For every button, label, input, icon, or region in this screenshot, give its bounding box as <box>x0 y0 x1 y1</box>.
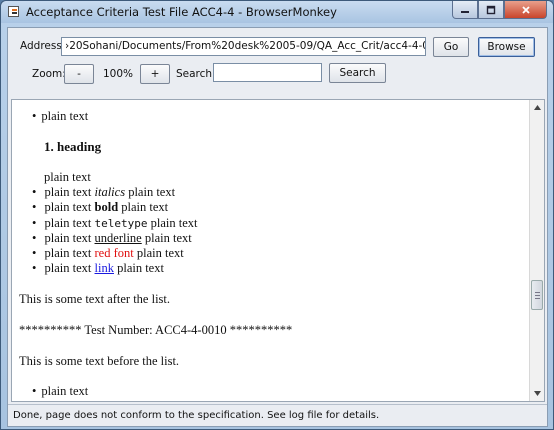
search-button[interactable]: Search <box>329 63 386 83</box>
document-body: plain text 1. heading plain text plain t… <box>12 100 530 401</box>
scroll-thumb[interactable] <box>531 280 543 310</box>
heading: 1. heading <box>44 139 102 154</box>
title-bar[interactable]: Acceptance Criteria Test File ACC4-4 - B… <box>1 1 553 23</box>
list-item: plain text <box>32 384 88 399</box>
address-input[interactable]: ›20Sohani/Documents/From%20desk%2005-09/… <box>61 37 426 56</box>
close-button[interactable] <box>504 1 547 19</box>
chevron-up-icon <box>533 105 541 110</box>
grip-line <box>535 295 540 296</box>
italic-text: italics <box>94 185 126 199</box>
maximize-icon <box>486 5 496 14</box>
list-item-underline: plain text underline plain text <box>32 231 192 246</box>
window-title: Acceptance Criteria Test File ACC4-4 - B… <box>26 5 337 19</box>
zoom-value: 100% <box>103 68 134 80</box>
list-item-red-font: plain text red font plain text <box>32 246 184 261</box>
list-item-link: plain text link plain text <box>32 261 164 276</box>
list-item-bold: plain text bold plain text <box>32 200 169 215</box>
page-viewport[interactable]: plain text 1. heading plain text plain t… <box>11 99 545 402</box>
zoom-out-button[interactable]: - <box>64 64 94 84</box>
paragraph-after-list: This is some text after the list. <box>19 292 171 306</box>
vertical-scrollbar[interactable] <box>529 100 544 401</box>
app-icon <box>8 6 19 17</box>
grip-line <box>535 292 540 293</box>
address-label: Address: <box>20 40 66 52</box>
maximize-button[interactable] <box>478 1 504 19</box>
test-number-line: ********** Test Number: ACC4-4-0010 ****… <box>19 323 293 337</box>
red-font-text: red font <box>94 246 134 260</box>
teletype-text: teletype <box>94 217 148 230</box>
minimize-button[interactable] <box>452 1 478 19</box>
search-input[interactable] <box>213 63 322 82</box>
list-item-teletype: plain text teletype plain text <box>32 216 198 231</box>
minimize-icon <box>461 10 469 13</box>
zoom-label: Zoom: <box>32 68 66 80</box>
close-icon <box>521 5 530 14</box>
status-bar: Done, page does not conform to the speci… <box>8 404 547 426</box>
browser-window: Acceptance Criteria Test File ACC4-4 - B… <box>0 0 554 430</box>
scroll-down-arrow[interactable] <box>530 386 544 401</box>
list-item-italics: plain text italics plain text <box>32 185 176 200</box>
grip-line <box>535 298 540 299</box>
window-controls <box>452 1 547 19</box>
link[interactable]: link <box>95 261 114 275</box>
bold-text: bold <box>94 200 119 214</box>
client-area: Address: ›20Sohani/Documents/From%20desk… <box>7 27 548 427</box>
plain-text: plain text <box>44 170 91 184</box>
underline-text: underline <box>94 231 142 245</box>
search-label: Search: <box>176 68 216 80</box>
scroll-up-arrow[interactable] <box>530 100 544 115</box>
go-button[interactable]: Go <box>433 37 469 57</box>
paragraph-before-list: This is some text before the list. <box>19 354 180 368</box>
browse-button[interactable]: Browse <box>478 37 535 57</box>
zoom-in-button[interactable]: + <box>140 64 170 84</box>
chevron-down-icon <box>533 391 541 396</box>
list-item: plain text <box>32 109 88 124</box>
